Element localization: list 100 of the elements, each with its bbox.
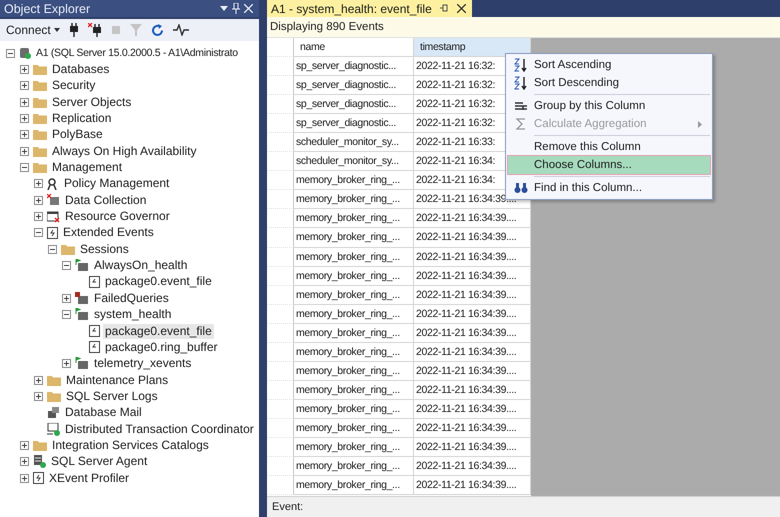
tree-item[interactable]: Always On High Availability <box>50 144 199 159</box>
expand-icon[interactable] <box>20 114 29 124</box>
collapse-icon[interactable] <box>48 244 57 254</box>
tree-item[interactable]: AlwaysOn_health <box>92 258 190 274</box>
tree-item[interactable]: Maintenance Plans <box>64 372 170 388</box>
table-cell: memory_broker_ring_... <box>294 190 414 210</box>
expand-icon[interactable] <box>20 474 29 483</box>
folder-icon <box>33 129 47 140</box>
expand-icon[interactable] <box>62 294 71 303</box>
expand-icon[interactable] <box>20 130 29 140</box>
tree-item[interactable]: Database Mail <box>63 405 144 420</box>
expand-icon[interactable] <box>20 65 29 74</box>
tree-item[interactable]: package0.event_file <box>103 324 214 339</box>
folder-icon <box>33 96 47 108</box>
table-cell: 2022-11-21 16:34:39.... <box>414 362 531 381</box>
expand-icon[interactable] <box>20 81 29 90</box>
tree-item[interactable]: Sessions <box>78 242 131 257</box>
data-collection-icon <box>47 194 60 206</box>
tree-item[interactable]: system_health <box>92 307 174 322</box>
column-header[interactable]: name <box>294 38 414 58</box>
row-header <box>267 38 294 58</box>
folder-icon <box>33 162 47 174</box>
tree-item[interactable]: Management <box>50 160 124 176</box>
tree-item[interactable]: SQL Server Logs <box>64 388 160 404</box>
table-cell: memory_broker_ring_... <box>294 457 414 476</box>
tree-item[interactable]: Distributed Transaction Coordinator <box>63 422 256 437</box>
table-cell: 2022-11-21 16:34:39.... <box>414 286 531 305</box>
refresh-icon[interactable] <box>150 24 164 36</box>
expand-icon[interactable] <box>20 98 29 107</box>
table-cell: scheduler_monitor_sy... <box>294 133 414 152</box>
tree-item[interactable]: SQL Server Agent <box>49 454 150 470</box>
event-icon <box>47 226 58 239</box>
tree-item[interactable]: package0.event_file <box>103 274 214 290</box>
collapse-icon[interactable] <box>6 48 15 58</box>
activity-icon[interactable] <box>172 24 189 36</box>
tree-item[interactable]: PolyBase <box>50 127 105 142</box>
expand-icon[interactable] <box>20 440 29 450</box>
expand-icon[interactable] <box>34 179 43 188</box>
plug-icon[interactable] <box>68 23 79 37</box>
folder-icon <box>33 80 47 92</box>
tree-item[interactable]: A1 (SQL Server 15.0.2000.5 - A1\Administrato <box>34 46 240 61</box>
document-tab[interactable]: A1 - system_health: event_file <box>267 0 472 17</box>
group-icon <box>514 100 528 112</box>
expand-icon[interactable] <box>62 359 71 368</box>
table-cell: scheduler_monitor_sy... <box>294 152 414 172</box>
table-cell: 2022-11-21 16:34:39.... <box>414 304 531 324</box>
disconnect-icon[interactable] <box>88 23 102 37</box>
pin-icon[interactable] <box>440 4 449 13</box>
resource-governor-icon <box>47 210 60 223</box>
tree-item[interactable]: Security <box>50 78 98 94</box>
tree-item[interactable]: Extended Events <box>61 225 156 240</box>
table-cell: 2022-11-21 16:34:39.... <box>414 476 531 496</box>
folder-icon <box>33 64 47 76</box>
close-icon[interactable] <box>456 4 466 13</box>
tree-item[interactable]: telemetry_xevents <box>92 356 194 372</box>
table-cell: 2022-11-21 16:34:39.... <box>414 418 531 438</box>
column-header[interactable]: timestamp <box>414 38 531 58</box>
collapse-icon[interactable] <box>20 163 29 172</box>
collapse-icon[interactable] <box>62 310 71 320</box>
tree-item[interactable]: Replication <box>50 111 114 126</box>
tree-item[interactable]: XEvent Profiler <box>47 470 132 486</box>
expand-icon[interactable] <box>20 146 29 156</box>
tree-item[interactable]: FailedQueries <box>92 290 171 306</box>
connect-button[interactable]: Connect <box>6 23 60 37</box>
sort-ascending-icon <box>514 58 528 72</box>
table-cell: 2022-11-21 16:34:39.... <box>414 266 531 286</box>
table-cell: sp_server_diagnostic... <box>294 95 414 114</box>
tree-item[interactable]: package0.ring_buffer <box>103 340 220 355</box>
table-cell: memory_broker_ring_... <box>294 228 414 248</box>
tree-item[interactable]: Data Collection <box>63 192 148 208</box>
table-cell: memory_broker_ring_... <box>294 248 414 267</box>
collapse-icon[interactable] <box>62 261 71 270</box>
expand-icon[interactable] <box>34 376 43 385</box>
expand-icon[interactable] <box>34 212 43 222</box>
folder-icon <box>33 146 47 157</box>
tree-item[interactable]: Resource Governor <box>63 209 172 224</box>
table-cell: memory_broker_ring_... <box>294 342 414 362</box>
event-count: Displaying 890 Events <box>270 21 384 33</box>
expand-icon[interactable] <box>34 196 43 205</box>
table-cell: memory_broker_ring_... <box>294 418 414 438</box>
table-cell: sp_server_diagnostic... <box>294 76 414 96</box>
expand-icon[interactable] <box>34 392 43 401</box>
table-cell: memory_broker_ring_... <box>294 476 414 496</box>
table-cell: 2022-11-21 16:34:39.... <box>414 400 531 419</box>
folder-icon <box>61 244 75 255</box>
table-cell: 2022-11-21 16:34:39.... <box>414 342 531 362</box>
collapse-icon[interactable] <box>34 228 43 238</box>
table-cell: memory_broker_ring_... <box>294 171 414 190</box>
menu-item[interactable]: Choose Columns... <box>508 156 710 174</box>
tree-item[interactable]: Integration Services Catalogs <box>50 438 211 453</box>
sort-descending-icon <box>514 76 528 90</box>
tree-item[interactable]: Policy Management <box>62 176 172 192</box>
expand-icon[interactable] <box>20 457 29 466</box>
folder-icon <box>33 113 47 124</box>
caret-icon <box>54 28 60 32</box>
tree-item[interactable]: Server Objects <box>50 94 134 110</box>
dropdown-icon[interactable] <box>220 6 228 12</box>
panel-title: Object Explorer <box>4 2 90 16</box>
folder-icon <box>47 374 61 386</box>
tree-item[interactable]: Databases <box>50 62 112 78</box>
